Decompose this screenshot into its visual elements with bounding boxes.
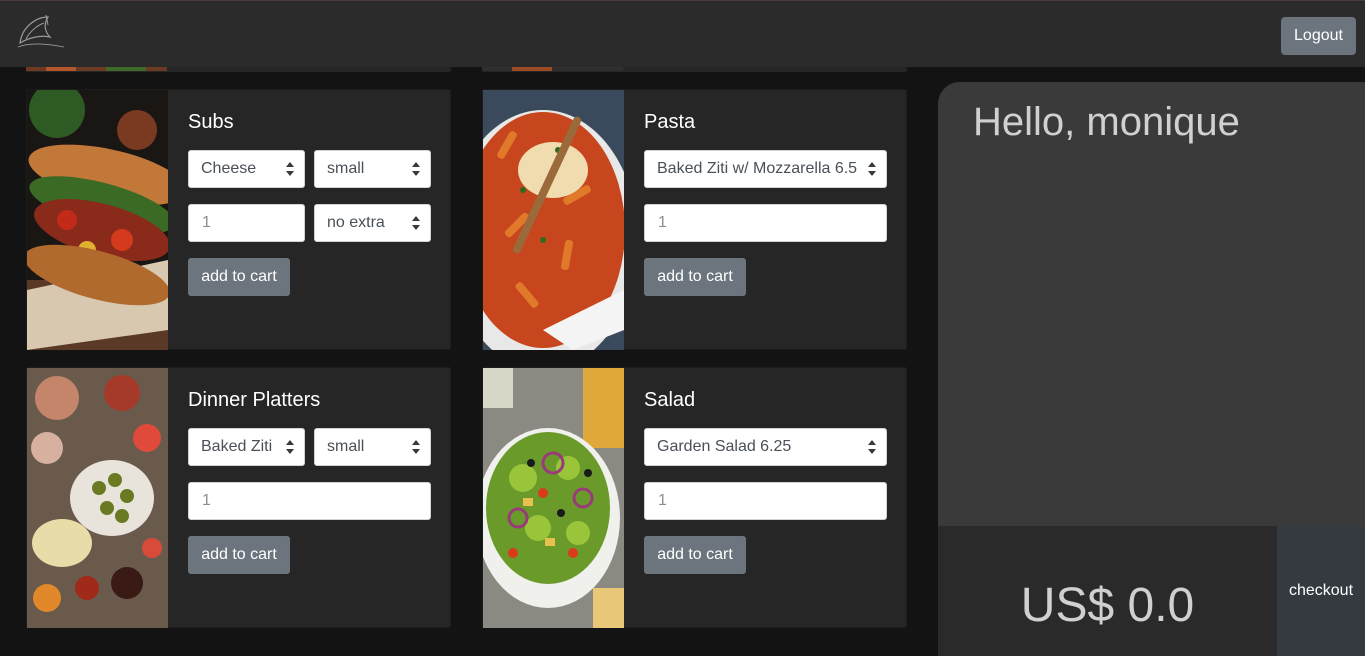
baked-ziti-image [483, 90, 624, 350]
quantity-placeholder: 1 [202, 492, 211, 509]
quantity-placeholder: 1 [202, 214, 211, 231]
navbar: Logout [0, 0, 1365, 67]
quantity-input[interactable]: 1 [644, 204, 887, 242]
quantity-input[interactable]: 1 [644, 482, 887, 520]
menu-card-subs: Subs Cheese small 1 no extra add to cart [26, 89, 451, 350]
logout-button[interactable]: Logout [1281, 17, 1356, 55]
menu-card-pasta: Pasta Baked Ziti w/ Mozzarella 6.5 1 add… [482, 89, 907, 350]
select-value: Baked Ziti [201, 438, 273, 455]
menu-card-salad: Salad Garden Salad 6.25 1 add to cart [482, 367, 907, 628]
charcuterie-platter-image [27, 368, 168, 628]
select-value: Garden Salad 6.25 [657, 438, 792, 455]
add-to-cart-button[interactable]: add to cart [188, 258, 290, 296]
menu-card-dinner-platters: Dinner Platters Baked Ziti small 1 add t… [26, 367, 451, 628]
select-caret-icon [286, 162, 294, 176]
select-value: Cheese [201, 160, 257, 177]
quantity-placeholder: 1 [658, 492, 667, 509]
select-caret-icon [412, 440, 420, 454]
select-value: small [327, 160, 365, 177]
size-select[interactable]: small [314, 150, 431, 188]
select-caret-icon [868, 162, 876, 176]
card-title: Dinner Platters [188, 389, 321, 411]
cart-total-area: US$ 0.0 [938, 526, 1277, 656]
select-caret-icon [286, 440, 294, 454]
select-caret-icon [868, 440, 876, 454]
add-to-cart-button[interactable]: add to cart [188, 536, 290, 574]
greeting: Hello, monique [973, 100, 1240, 144]
add-to-cart-button[interactable]: add to cart [644, 536, 746, 574]
card-title: Pasta [644, 111, 696, 133]
item-select[interactable]: Baked Ziti w/ Mozzarella 6.5 [644, 150, 887, 188]
select-caret-icon [412, 162, 420, 176]
extra-select[interactable]: no extra [314, 204, 431, 242]
select-value: no extra [327, 214, 385, 231]
card-title: Subs [188, 111, 234, 133]
card-title: Salad [644, 389, 696, 411]
cart-panel: Hello, monique [938, 82, 1365, 542]
garden-salad-image [483, 368, 624, 628]
quantity-placeholder: 1 [658, 214, 667, 231]
menu-card-partial-right [482, 67, 907, 72]
select-caret-icon [412, 216, 420, 230]
quantity-input[interactable]: 1 [188, 204, 305, 242]
partial-food-image [482, 67, 623, 71]
checkout-button[interactable]: checkout [1277, 526, 1365, 656]
topping-select[interactable]: Cheese [188, 150, 305, 188]
cart-total: US$ 0.0 [1020, 579, 1195, 632]
select-value: Baked Ziti w/ Mozzarella 6.5 [657, 160, 858, 177]
item-select[interactable]: Garden Salad 6.25 [644, 428, 887, 466]
pinocchios-logo[interactable] [14, 13, 68, 57]
partial-food-image [26, 67, 167, 71]
menu-card-partial-left [26, 67, 451, 72]
select-value: small [327, 438, 365, 455]
quantity-input[interactable]: 1 [188, 482, 431, 520]
size-select[interactable]: small [314, 428, 431, 466]
add-to-cart-button[interactable]: add to cart [644, 258, 746, 296]
item-select[interactable]: Baked Ziti [188, 428, 305, 466]
sub-sandwich-image [27, 90, 168, 350]
